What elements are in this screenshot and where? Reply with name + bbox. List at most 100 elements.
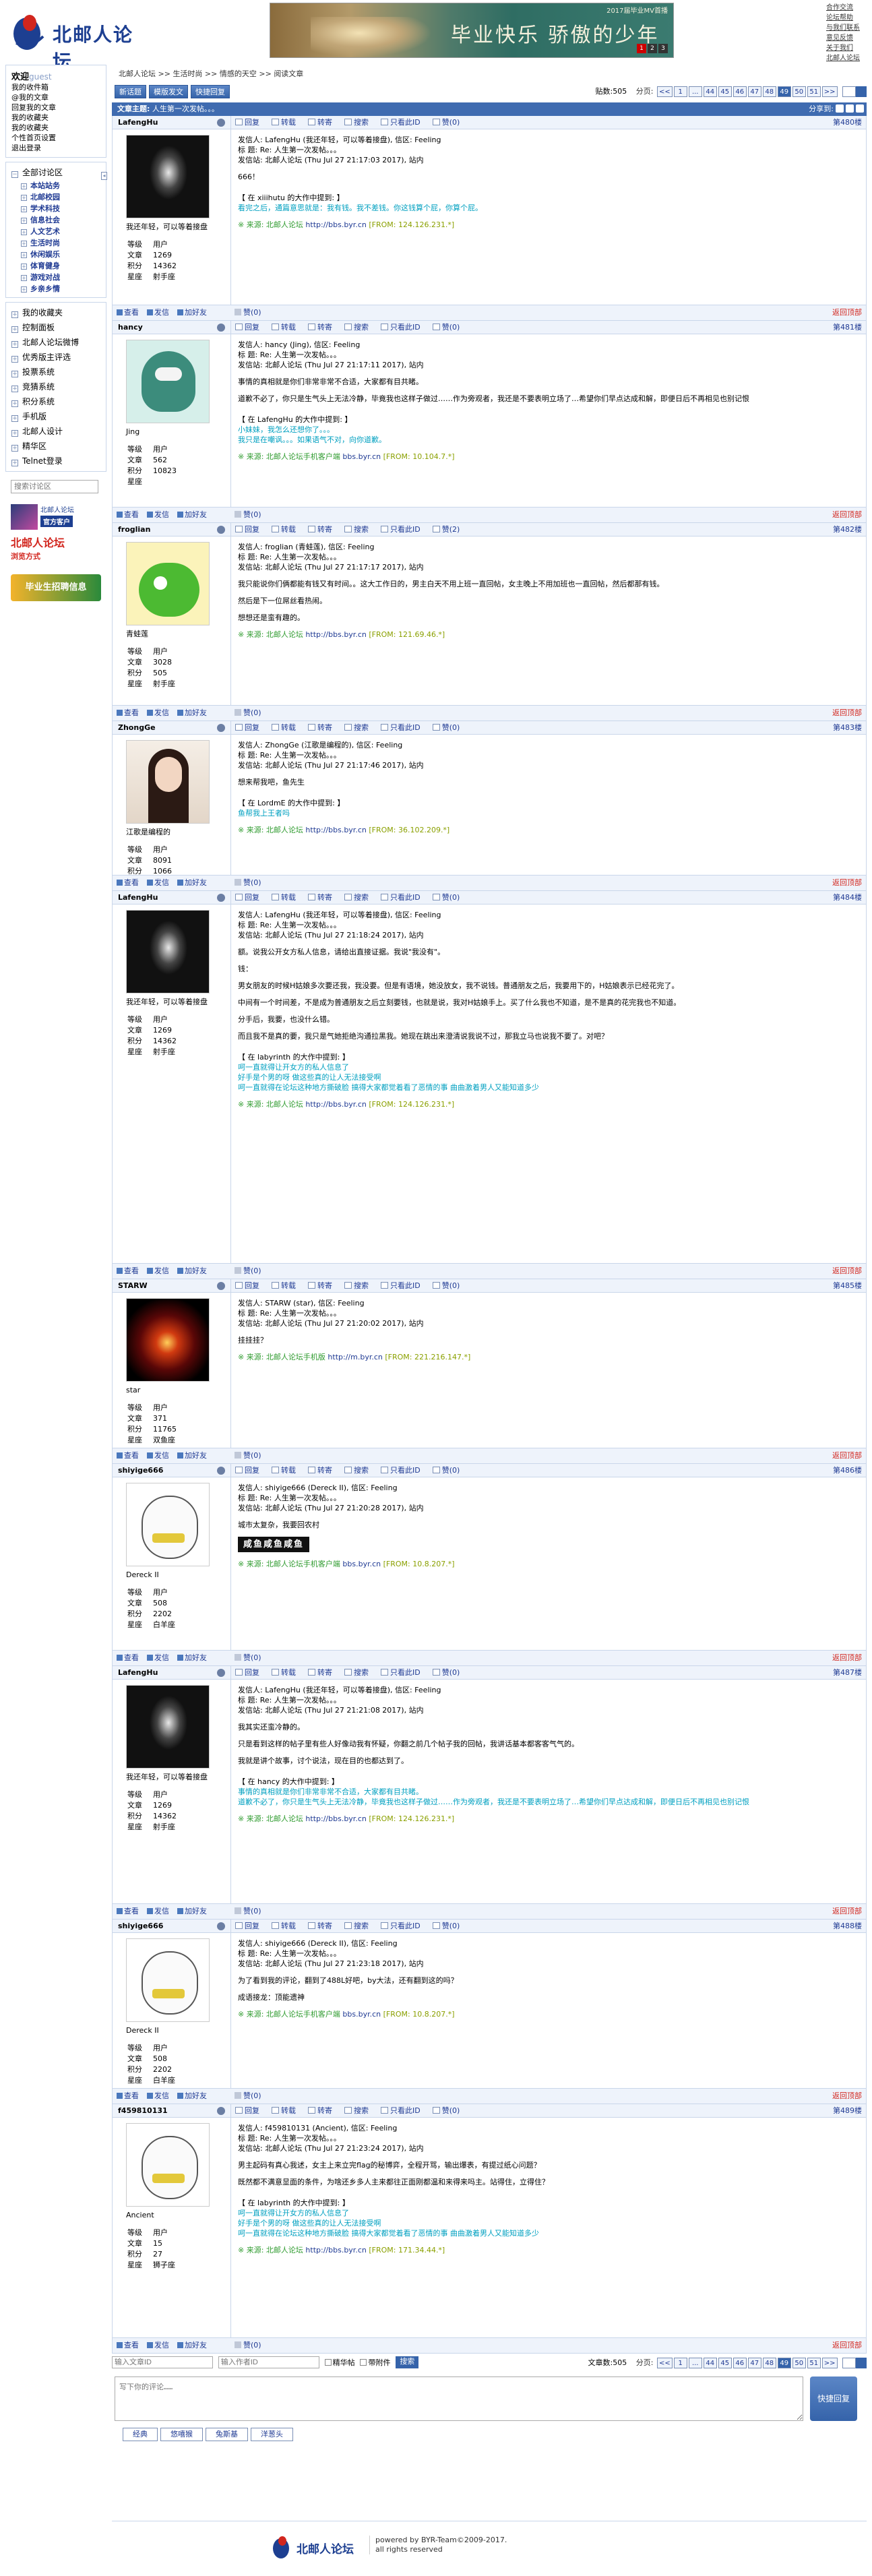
post-repost-button[interactable]: 转载: [272, 893, 302, 902]
top-link[interactable]: 论坛帮助: [826, 13, 867, 23]
page-first[interactable]: <<: [656, 86, 673, 97]
send-mail-button[interactable]: 发信: [147, 878, 173, 887]
new-topic-button[interactable]: 新话题: [115, 85, 146, 98]
post-only-this-id-button[interactable]: 只看此ID: [381, 1922, 427, 1930]
emoticon-tab[interactable]: 悠嘻猴: [160, 2428, 203, 2441]
send-mail-button[interactable]: 发信: [147, 2341, 173, 2350]
post-reply-button[interactable]: 回复: [235, 723, 266, 732]
post-repost-button[interactable]: 转载: [272, 1922, 302, 1930]
page-jump-input[interactable]: [842, 2358, 856, 2368]
post-search-button[interactable]: 搜索: [344, 893, 375, 902]
post-like-button[interactable]: 赞(0): [432, 1668, 466, 1677]
user-link[interactable]: 我的收件箱: [11, 82, 100, 92]
page-link[interactable]: 48: [762, 86, 776, 97]
post-repost-button[interactable]: 转载: [272, 525, 302, 534]
view-profile-button[interactable]: 查看: [117, 510, 143, 519]
avatar[interactable]: [126, 910, 210, 993]
menu-item[interactable]: + 北邮人论坛微博: [11, 335, 100, 350]
add-friend-button[interactable]: 加好友: [177, 1266, 211, 1275]
page-jump-input[interactable]: [842, 86, 856, 97]
add-friend-button[interactable]: 加好友: [177, 878, 211, 887]
avatar[interactable]: [126, 135, 210, 218]
add-friend-button[interactable]: 加好友: [177, 308, 211, 317]
avatar[interactable]: [126, 2123, 210, 2207]
post-username[interactable]: shiyige666: [118, 1464, 163, 1477]
page-link[interactable]: 1: [673, 2358, 687, 2368]
section-item[interactable]: + 北邮校园: [21, 191, 100, 203]
avatar[interactable]: [126, 340, 210, 423]
section-item[interactable]: + 本站站务: [21, 180, 100, 191]
page-last[interactable]: >>: [821, 2358, 838, 2368]
post-like-button[interactable]: 赞(0): [235, 305, 261, 320]
send-mail-button[interactable]: 发信: [147, 708, 173, 717]
section-item[interactable]: + 乡亲乡情: [21, 283, 100, 295]
back-to-top-link[interactable]: 返回顶部: [832, 876, 862, 890]
avatar[interactable]: [126, 1298, 210, 1382]
post-like-button[interactable]: 赞(2): [432, 525, 466, 534]
emoticon-tab[interactable]: 经典: [123, 2428, 158, 2441]
back-to-top-link[interactable]: 返回顶部: [832, 2089, 862, 2104]
send-mail-button[interactable]: 发信: [147, 2091, 173, 2100]
post-repost-button[interactable]: 转载: [272, 1466, 302, 1475]
page-link[interactable]: 48: [762, 2358, 776, 2368]
post-search-button[interactable]: 搜索: [344, 1922, 375, 1930]
post-search-button[interactable]: 搜索: [344, 1668, 375, 1677]
back-to-top-link[interactable]: 返回顶部: [832, 2338, 862, 2353]
add-friend-button[interactable]: 加好友: [177, 2341, 211, 2350]
avatar[interactable]: [126, 542, 210, 625]
section-item[interactable]: + 人文艺术: [21, 226, 100, 237]
source-link[interactable]: http://bbs.byr.cn: [305, 220, 366, 229]
user-link[interactable]: 退出登录: [11, 143, 100, 153]
avatar[interactable]: [126, 1938, 210, 2022]
post-username[interactable]: ZhongGe: [118, 721, 156, 735]
template-post-button[interactable]: 模版发文: [149, 85, 188, 98]
banner-page-2[interactable]: 2: [648, 44, 657, 53]
page-link[interactable]: 51: [807, 86, 821, 97]
all-sections[interactable]: − 全部讨论区: [11, 165, 100, 180]
menu-item[interactable]: + 积分系统: [11, 394, 100, 409]
source-link[interactable]: http://m.byr.cn: [328, 1353, 382, 1361]
post-forward-button[interactable]: 转寄: [308, 2106, 338, 2115]
source-link[interactable]: bbs.byr.cn: [342, 2010, 381, 2019]
section-item[interactable]: + 游戏对战: [21, 272, 100, 283]
section-item[interactable]: + 生活时尚: [21, 237, 100, 249]
top-link[interactable]: 与我们联系: [826, 23, 867, 33]
back-to-top-link[interactable]: 返回顶部: [832, 305, 862, 320]
menu-item[interactable]: + 投票系统: [11, 365, 100, 379]
post-username[interactable]: froglian: [118, 523, 150, 536]
share-weibo-icon[interactable]: [836, 104, 844, 113]
section-item[interactable]: + 休闲娱乐: [21, 249, 100, 260]
source-link[interactable]: http://bbs.byr.cn: [305, 826, 366, 834]
page-link[interactable]: 46: [733, 2358, 747, 2368]
page-link[interactable]: 45: [718, 86, 732, 97]
post-only-this-id-button[interactable]: 只看此ID: [381, 723, 427, 732]
post-forward-button[interactable]: 转寄: [308, 1466, 338, 1475]
post-only-this-id-button[interactable]: 只看此ID: [381, 1281, 427, 1290]
view-profile-button[interactable]: 查看: [117, 1653, 143, 1662]
post-like-button[interactable]: 赞(0): [235, 1904, 261, 1919]
post-reply-button[interactable]: 回复: [235, 323, 266, 332]
post-reply-button[interactable]: 回复: [235, 1922, 266, 1930]
digest-checkbox[interactable]: 精华帖: [324, 2358, 355, 2367]
post-only-this-id-button[interactable]: 只看此ID: [381, 118, 427, 127]
source-link[interactable]: bbs.byr.cn: [342, 452, 381, 461]
post-like-button[interactable]: 赞(0): [432, 893, 466, 902]
page-link[interactable]: 50: [792, 2358, 806, 2368]
post-search-button[interactable]: 搜索: [344, 1466, 375, 1475]
back-to-top-link[interactable]: 返回顶部: [832, 1904, 862, 1919]
post-search-button[interactable]: 搜索: [344, 118, 375, 127]
top-link[interactable]: 关于我们: [826, 43, 867, 53]
post-like-button[interactable]: 赞(0): [235, 1264, 261, 1279]
send-mail-button[interactable]: 发信: [147, 510, 173, 519]
post-forward-button[interactable]: 转寄: [308, 525, 338, 534]
avatar[interactable]: [126, 1483, 210, 1566]
emoticon-tab[interactable]: 洋葱头: [251, 2428, 293, 2441]
reply-textarea[interactable]: [115, 2376, 803, 2421]
attachment-checkbox[interactable]: 带附件: [360, 2358, 390, 2367]
back-to-top-link[interactable]: 返回顶部: [832, 706, 862, 720]
page-link[interactable]: 51: [807, 2358, 821, 2368]
page-first[interactable]: <<: [656, 2358, 673, 2368]
menu-item[interactable]: + 手机版: [11, 409, 100, 424]
page-current[interactable]: 49: [777, 2358, 791, 2368]
menu-item[interactable]: + 精华区: [11, 439, 100, 454]
